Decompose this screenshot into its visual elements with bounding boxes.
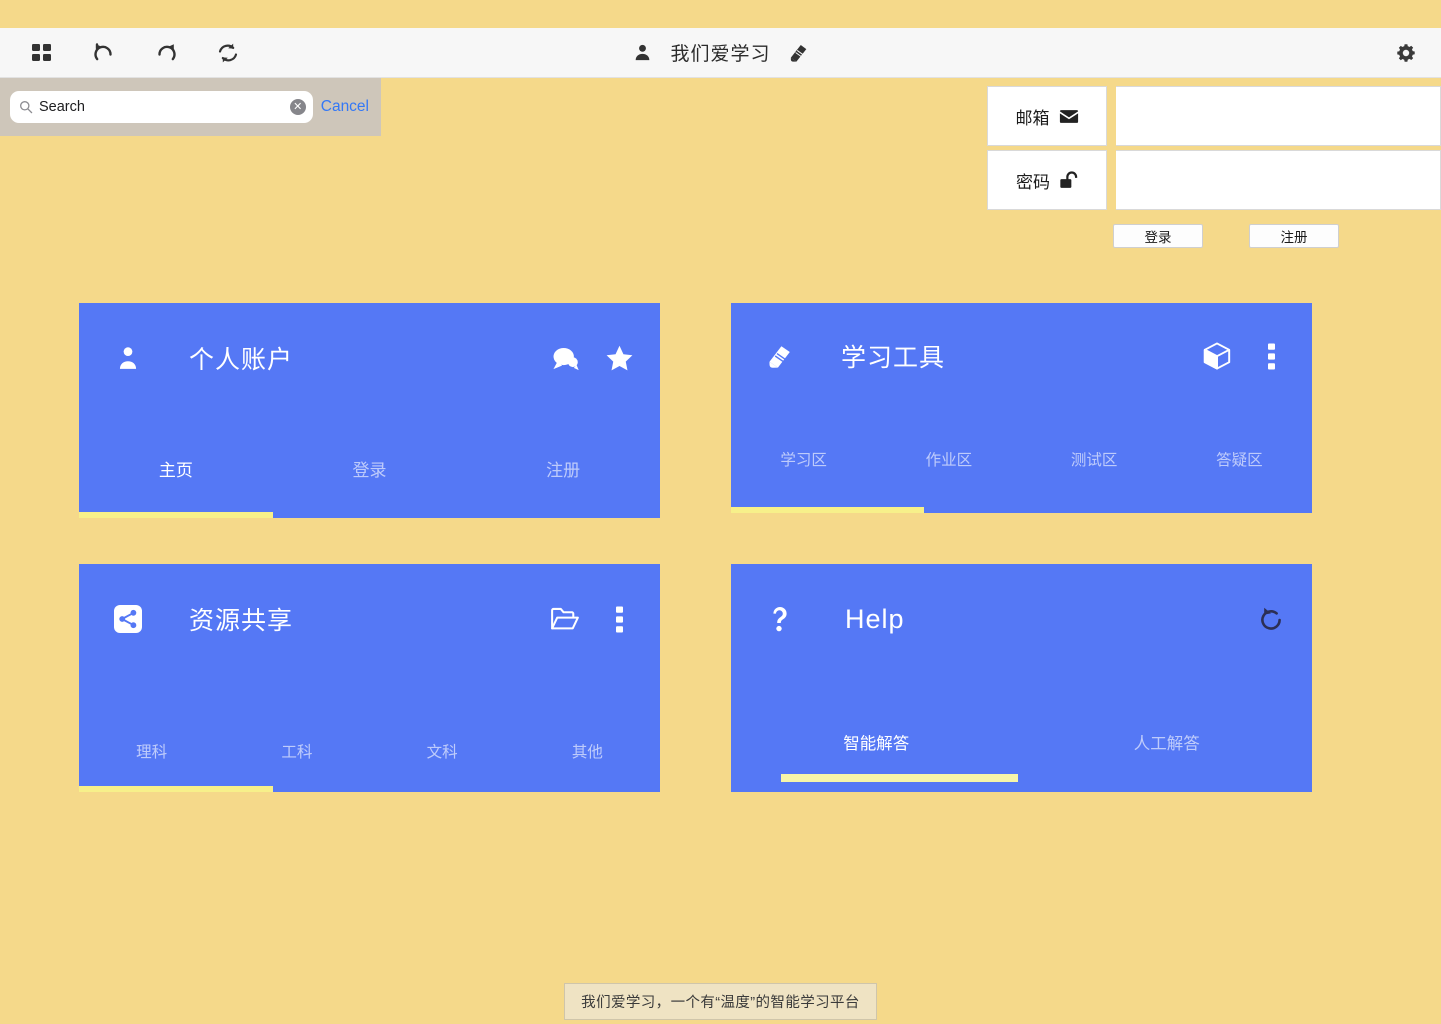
register-button[interactable]: 注册 xyxy=(1249,224,1339,248)
star-icon[interactable] xyxy=(604,343,634,373)
page-top-strip xyxy=(0,0,1441,28)
email-field[interactable] xyxy=(1116,86,1441,146)
card-grid: 个人账户 主页 登录 注册 学习工具 学习区 作业区 测试区 答疑区 资源共享 … xyxy=(79,303,1314,838)
undo-rotate-icon[interactable] xyxy=(1256,604,1286,634)
toolbar-left-group xyxy=(0,39,242,67)
search-overlay: Search ✕ Cancel xyxy=(0,78,381,136)
card-title: 个人账户 xyxy=(189,346,294,374)
card-title: 资源共享 xyxy=(189,607,294,635)
card-header: 资源共享 xyxy=(79,564,660,674)
card-actions xyxy=(1256,604,1286,634)
tab-test-area[interactable]: 测试区 xyxy=(1022,408,1167,513)
tab-qa-area[interactable]: 答疑区 xyxy=(1167,408,1312,513)
tab-indicator xyxy=(79,786,273,792)
password-label: 密码 xyxy=(987,150,1107,210)
card-tabs: 主页 登录 注册 xyxy=(79,413,660,518)
grid-view-icon[interactable] xyxy=(28,39,56,67)
search-icon xyxy=(19,100,33,114)
tab-homework-area[interactable]: 作业区 xyxy=(876,408,1021,513)
card-title: 学习工具 xyxy=(841,344,946,372)
search-cancel-button[interactable]: Cancel xyxy=(321,98,371,116)
footer-tagline: 我们爱学习，一个有“温度”的智能学习平台 xyxy=(564,983,877,1020)
tab-indicator xyxy=(79,512,273,518)
card-header: 学习工具 xyxy=(731,303,1312,409)
email-label: 邮箱 xyxy=(987,86,1107,146)
more-vertical-icon[interactable] xyxy=(604,604,634,634)
undo-icon[interactable] xyxy=(90,39,118,67)
question-mark-icon xyxy=(763,602,797,636)
tab-science[interactable]: 理科 xyxy=(79,690,224,792)
card-row-bottom: 资源共享 理科 工科 文科 其他 Help 智能解答 人工解答 xyxy=(79,564,1314,792)
email-row: 邮箱 xyxy=(987,86,1441,146)
search-input-wrapper[interactable]: Search ✕ xyxy=(10,91,313,123)
card-title: Help xyxy=(845,603,905,634)
card-help[interactable]: Help 智能解答 人工解答 xyxy=(731,564,1312,792)
password-row: 密码 xyxy=(987,150,1441,210)
tab-indicator xyxy=(781,774,1018,782)
user-avatar-icon[interactable] xyxy=(628,39,656,67)
tab-personal-register[interactable]: 注册 xyxy=(466,413,660,518)
email-label-text: 邮箱 xyxy=(1015,108,1050,128)
unlock-icon xyxy=(1059,170,1078,190)
book-icon xyxy=(763,339,797,373)
card-tabs: 理科 工科 文科 其他 xyxy=(79,690,660,792)
search-clear-icon[interactable]: ✕ xyxy=(289,99,306,115)
tab-personal-home[interactable]: 主页 xyxy=(79,413,273,518)
cube-icon[interactable] xyxy=(1202,341,1232,371)
refresh-icon[interactable] xyxy=(214,39,242,67)
card-resource-sharing[interactable]: 资源共享 理科 工科 文科 其他 xyxy=(79,564,660,792)
tab-human-answer[interactable]: 人工解答 xyxy=(1022,690,1313,792)
card-actions xyxy=(550,343,634,373)
browser-toolbar: 我们爱学习 xyxy=(0,28,1441,78)
tab-study-area[interactable]: 学习区 xyxy=(731,408,876,513)
card-actions xyxy=(550,604,634,634)
book-icon[interactable] xyxy=(785,39,813,67)
card-header: Help xyxy=(731,564,1312,674)
page-title: 我们爱学习 xyxy=(670,44,771,65)
tab-engineering[interactable]: 工科 xyxy=(224,690,369,792)
settings-gear-icon[interactable] xyxy=(1391,38,1421,68)
login-button[interactable]: 登录 xyxy=(1113,224,1203,248)
card-row-top: 个人账户 主页 登录 注册 学习工具 学习区 作业区 测试区 答疑区 xyxy=(79,303,1314,518)
person-icon xyxy=(111,341,145,375)
login-form-actions: 登录 注册 xyxy=(987,224,1441,248)
tab-personal-login[interactable]: 登录 xyxy=(273,413,467,518)
folder-open-icon[interactable] xyxy=(550,604,580,634)
tab-other[interactable]: 其他 xyxy=(515,690,660,792)
share-icon xyxy=(111,602,145,636)
card-study-tools[interactable]: 学习工具 学习区 作业区 测试区 答疑区 xyxy=(731,303,1312,513)
login-form: 邮箱 密码 登录 注册 xyxy=(987,86,1441,248)
card-personal-account[interactable]: 个人账户 主页 登录 注册 xyxy=(79,303,660,518)
card-tabs: 学习区 作业区 测试区 答疑区 xyxy=(731,408,1312,513)
more-vertical-icon[interactable] xyxy=(1256,341,1286,371)
chat-bubble-icon[interactable] xyxy=(550,343,580,373)
card-actions xyxy=(1202,341,1286,371)
search-input[interactable]: Search xyxy=(39,100,284,115)
card-header: 个人账户 xyxy=(79,303,660,413)
envelope-icon xyxy=(1059,109,1079,124)
tab-liberal-arts[interactable]: 文科 xyxy=(370,690,515,792)
password-label-text: 密码 xyxy=(1016,172,1050,192)
redo-icon[interactable] xyxy=(152,39,180,67)
page-footer: 我们爱学习，一个有“温度”的智能学习平台 xyxy=(0,983,1441,1024)
password-field[interactable] xyxy=(1116,150,1441,210)
tab-indicator xyxy=(731,507,924,513)
